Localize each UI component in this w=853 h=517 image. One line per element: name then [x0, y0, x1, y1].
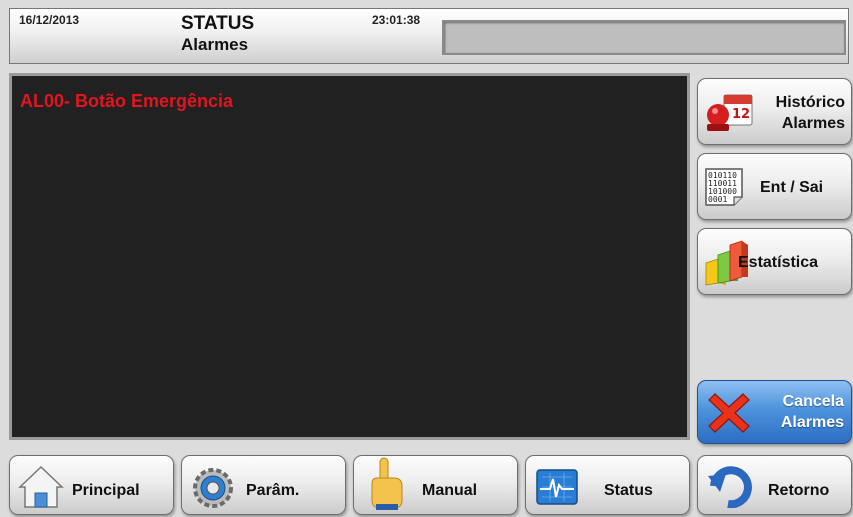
nav-retorno-label: Retorno [768, 482, 830, 499]
nav-manual-label: Manual [422, 482, 478, 499]
nav-principal-label: Principal [72, 482, 140, 499]
historico-label-line2: Alarmes [781, 115, 845, 132]
hand-pointer-icon [366, 456, 406, 517]
alarm-list-panel: AL00- Botão Emergência [9, 73, 690, 440]
svg-text:12: 12 [732, 107, 750, 122]
status-header: 16/12/2013 STATUS Alarmes 23:01:38 [9, 8, 849, 64]
estatistica-label: Estatística [738, 254, 819, 271]
red-x-icon [707, 390, 751, 439]
time-display: 23:01:38 [372, 13, 421, 27]
binary-io-icon: 010110 110011 101000 0001 [704, 167, 746, 214]
cancela-label-line1: Cancela [782, 393, 844, 410]
nav-manual-button[interactable]: Manual [353, 455, 518, 515]
nav-param-button[interactable]: Parâm. [181, 455, 346, 515]
gear-icon [190, 466, 236, 515]
home-icon [18, 465, 64, 514]
alarm-item: AL00- Botão Emergência [20, 91, 234, 111]
ent-sai-label: Ent / Sai [760, 179, 824, 196]
nav-status-label: Status [604, 482, 653, 499]
ent-sai-button[interactable]: 010110 110011 101000 0001 Ent / Sai [697, 153, 852, 220]
estatistica-button[interactable]: Estatística [697, 228, 852, 295]
message-bar [442, 20, 846, 55]
waveform-monitor-icon [536, 469, 578, 510]
date-display: 16/12/2013 [19, 13, 80, 27]
nav-param-label: Parâm. [246, 482, 300, 499]
cancela-label-line2: Alarmes [780, 414, 844, 431]
nav-status-button[interactable]: Status [525, 455, 690, 515]
nav-principal-button[interactable]: Principal [9, 455, 174, 515]
page-subtitle: Alarmes [181, 35, 249, 54]
svg-text:0001: 0001 [708, 195, 727, 204]
page-title: STATUS [181, 13, 255, 34]
historico-label-line1: Histórico [775, 94, 845, 111]
back-arrow-icon [708, 466, 754, 513]
historico-alarmes-button[interactable]: 12 Histórico Alarmes [697, 78, 852, 145]
calendar-alarm-icon: 12 [704, 93, 754, 140]
nav-retorno-button[interactable]: Retorno [697, 455, 852, 515]
cancela-alarmes-button[interactable]: Cancela Alarmes [697, 380, 852, 444]
